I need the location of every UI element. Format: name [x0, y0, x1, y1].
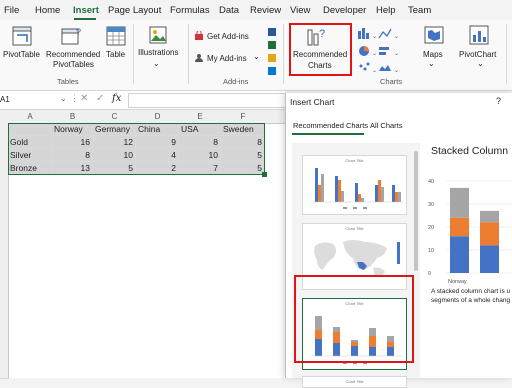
column-header-c[interactable]: C: [93, 110, 137, 124]
y-tick-label: 30: [428, 202, 434, 208]
menu-team[interactable]: Team: [408, 5, 431, 16]
store-icon: [195, 31, 203, 40]
formula-input[interactable]: [128, 93, 287, 108]
column-header-a[interactable]: A: [8, 110, 53, 124]
formula-divider-icon: ⋮: [70, 93, 79, 103]
svg-text:⌄: ⌄: [372, 51, 377, 57]
illustrations-chevron-icon[interactable]: ⌄: [153, 59, 160, 68]
bar-gold-germany: [480, 245, 499, 273]
maps-button[interactable]: Maps: [423, 50, 443, 59]
menu-home[interactable]: Home: [35, 5, 60, 16]
selection-border: [8, 123, 265, 175]
pivotchart-icon[interactable]: [469, 25, 489, 45]
stacked-column-highlight: [294, 275, 414, 363]
addins-group-label: Add-ins: [223, 77, 249, 86]
thumbnails-scrollbar[interactable]: [414, 151, 418, 271]
menu-formulas[interactable]: Formulas: [170, 5, 210, 16]
column-header-g[interactable]: [265, 110, 286, 124]
y-tick-label: 20: [428, 225, 434, 231]
maps-chevron-icon[interactable]: ⌄: [428, 59, 435, 68]
my-addins-icon: [195, 54, 203, 62]
column-header-b[interactable]: B: [52, 110, 94, 124]
get-addins-button[interactable]: Get Add-ins: [207, 32, 249, 41]
tables-group-label: Tables: [57, 77, 79, 86]
maps-icon[interactable]: [424, 25, 444, 45]
svg-text:?: ?: [76, 27, 81, 37]
worksheet-grid[interactable]: A B C D E F Norway Germany China USA Swe…: [0, 110, 286, 379]
chart-type-icons[interactable]: ⌄ ⌄ ⌄ ⌄ ⌄ ⌄: [357, 26, 407, 76]
clustered-column-thumb-chart: [311, 168, 403, 209]
menu-page-layout[interactable]: Page Layout: [108, 5, 161, 16]
name-box-dropdown-icon[interactable]: ⌄: [60, 94, 67, 103]
chart-description-line-1: A stacked column chart is u: [431, 288, 511, 295]
svg-text:⌄: ⌄: [394, 51, 399, 57]
stacked-column-preview-chart: 40 30 20 10 0 Norway: [428, 179, 512, 285]
menu-view[interactable]: View: [290, 5, 310, 16]
menu-bar: File Home Insert Page Layout Formulas Da…: [0, 0, 512, 20]
y-tick-label: 10: [428, 248, 434, 254]
menu-help[interactable]: Help: [376, 5, 396, 16]
tab-all-charts[interactable]: All Charts: [370, 121, 403, 130]
active-tab-underline: [292, 133, 364, 135]
name-box[interactable]: A1: [0, 95, 10, 104]
column-header-d[interactable]: D: [136, 110, 180, 124]
recommended-pivottables-label-2[interactable]: PivotTables: [53, 60, 94, 69]
bar-bronze-norway: [450, 187, 469, 218]
row-header[interactable]: [0, 175, 9, 379]
fill-handle[interactable]: [262, 172, 267, 177]
recommended-pivottables-label-1[interactable]: Recommended: [46, 50, 100, 59]
bar-gold-norway: [450, 236, 469, 273]
thumbnail-clustered-column[interactable]: Chart Title: [302, 155, 407, 215]
column-header-f[interactable]: F: [221, 110, 266, 124]
charts-group-label: Charts: [380, 77, 403, 86]
insert-chart-dialog: Insert Chart ? Recommended Charts All Ch…: [285, 93, 512, 388]
chart-description-line-2: segments of a whole chang: [431, 297, 511, 304]
my-addins-chevron-icon[interactable]: ⌄: [253, 52, 260, 61]
y-tick-label: 0: [428, 271, 431, 277]
svg-text:⌄: ⌄: [394, 68, 399, 74]
menu-data[interactable]: Data: [219, 5, 239, 16]
bar-silver-norway: [450, 217, 469, 237]
recommended-pivottables-icon[interactable]: ?: [61, 26, 83, 46]
svg-text:⌄: ⌄: [372, 34, 377, 40]
menu-review[interactable]: Review: [250, 5, 281, 16]
pivottable-button[interactable]: PivotTable: [3, 50, 40, 59]
illustrations-button[interactable]: Illustrations: [138, 48, 178, 57]
enter-icon[interactable]: ✓: [96, 93, 104, 104]
menu-developer[interactable]: Developer: [323, 5, 366, 16]
formula-bar: A1 ⌄ ⋮ ✕ ✓ fx: [0, 91, 287, 110]
table-icon[interactable]: [106, 26, 126, 46]
menu-file[interactable]: File: [4, 5, 19, 16]
ribbon-separator: [188, 24, 189, 84]
pivotchart-button[interactable]: PivotChart: [459, 50, 496, 59]
x-tick-label: Norway: [448, 279, 467, 285]
bar-bronze-germany: [480, 210, 499, 223]
ribbon-separator: [506, 24, 507, 84]
menu-insert[interactable]: Insert: [73, 5, 99, 16]
my-addins-button[interactable]: My Add-ins: [207, 54, 247, 63]
pivotchart-chevron-icon[interactable]: ⌄: [477, 59, 484, 68]
ribbon-separator: [133, 24, 134, 84]
pivottable-icon[interactable]: [12, 26, 32, 46]
recommended-charts-highlight: [289, 23, 352, 76]
cancel-icon[interactable]: ✕: [80, 93, 88, 104]
illustrations-icon[interactable]: [149, 26, 167, 44]
svg-text:⌄: ⌄: [394, 34, 399, 40]
preview-chart-title: Stacked Column: [431, 145, 509, 157]
ribbon-separator: [283, 24, 284, 84]
tab-recommended-charts[interactable]: Recommended Charts: [293, 121, 368, 130]
column-header-e[interactable]: E: [179, 110, 222, 124]
dialog-title: Insert Chart: [290, 97, 335, 107]
bar-silver-germany: [480, 222, 499, 246]
help-button[interactable]: ?: [496, 96, 501, 106]
table-button[interactable]: Table: [106, 50, 125, 59]
insert-function-icon[interactable]: fx: [112, 93, 121, 104]
office-app-icons[interactable]: [267, 27, 277, 77]
svg-text:⌄: ⌄: [372, 68, 377, 74]
thumbnail-title: Chart Title: [345, 379, 364, 384]
y-tick-label: 40: [428, 179, 434, 185]
